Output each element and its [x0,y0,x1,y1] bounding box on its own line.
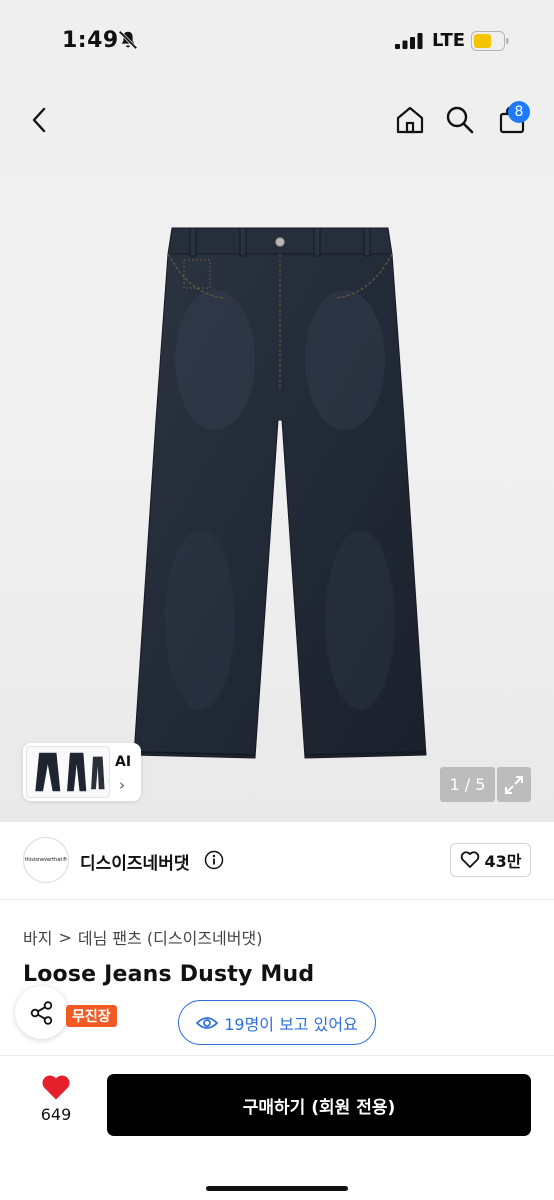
back-button[interactable] [20,100,60,140]
home-icon [396,106,424,134]
viewers-pill: 19명이 보고 있어요 [178,1000,376,1045]
wishlist-button[interactable]: 649 [26,1074,86,1134]
breadcrumb-separator: > [58,927,72,947]
image-page-counter: 1 / 5 [440,767,495,802]
share-button[interactable] [15,986,68,1039]
network-label: LTE [432,30,466,51]
viewers-text: 19명이 보고 있어요 [224,1014,358,1034]
brand-row: thisisneverthat® 디스이즈네버댓 43만 [0,822,554,900]
musinsa-badge: 무진장 [66,1005,117,1027]
info-icon[interactable] [204,850,224,870]
ai-recommend-card[interactable]: AI › [23,743,141,801]
brand-logo[interactable]: thisisneverthat® [23,837,69,883]
heart-filled-icon [42,1075,70,1100]
bottom-purchase-bar: 649 구매하기 (회원 전용) [0,1055,554,1200]
expand-button[interactable] [497,767,531,802]
buy-button[interactable]: 구매하기 (회원 전용) [107,1074,531,1136]
share-icon [30,1000,52,1025]
cart-count-badge: 8 [508,101,530,123]
chevron-left-icon [32,107,46,133]
breadcrumb: 바지 > 데님 팬츠 (디스이즈네버댓) [23,925,262,949]
brand-like-count: 43만 [484,852,522,871]
wishlist-count: 649 [40,1105,72,1124]
ai-label: AI [115,754,132,770]
breadcrumb-category[interactable]: 바지 [23,925,52,949]
top-nav [0,92,554,148]
home-indicator [206,1186,348,1191]
status-bar: 1:49 LTE [0,0,554,84]
ai-thumbnails [26,746,110,798]
brand-name[interactable]: 디스이즈네버댓 [80,849,189,874]
product-title: Loose Jeans Dusty Mud [23,962,315,987]
chevron-right-icon: › [119,776,125,794]
status-time: 1:49 [62,28,119,53]
product-photo-jeans[interactable] [130,220,430,770]
search-icon [446,106,474,134]
brand-logo-text: thisisneverthat® [24,857,68,863]
breadcrumb-subcategory[interactable]: 데님 팬츠 (디스이즈네버댓) [78,925,263,949]
heart-outline-icon [460,851,479,868]
bell-muted-icon [118,30,138,50]
brand-like-button[interactable]: 43만 [450,843,531,877]
eye-icon [196,1016,219,1029]
home-button[interactable] [390,100,430,140]
battery-icon [471,31,509,51]
signal-icon [395,33,423,49]
search-button[interactable] [440,100,480,140]
expand-icon [505,775,523,794]
